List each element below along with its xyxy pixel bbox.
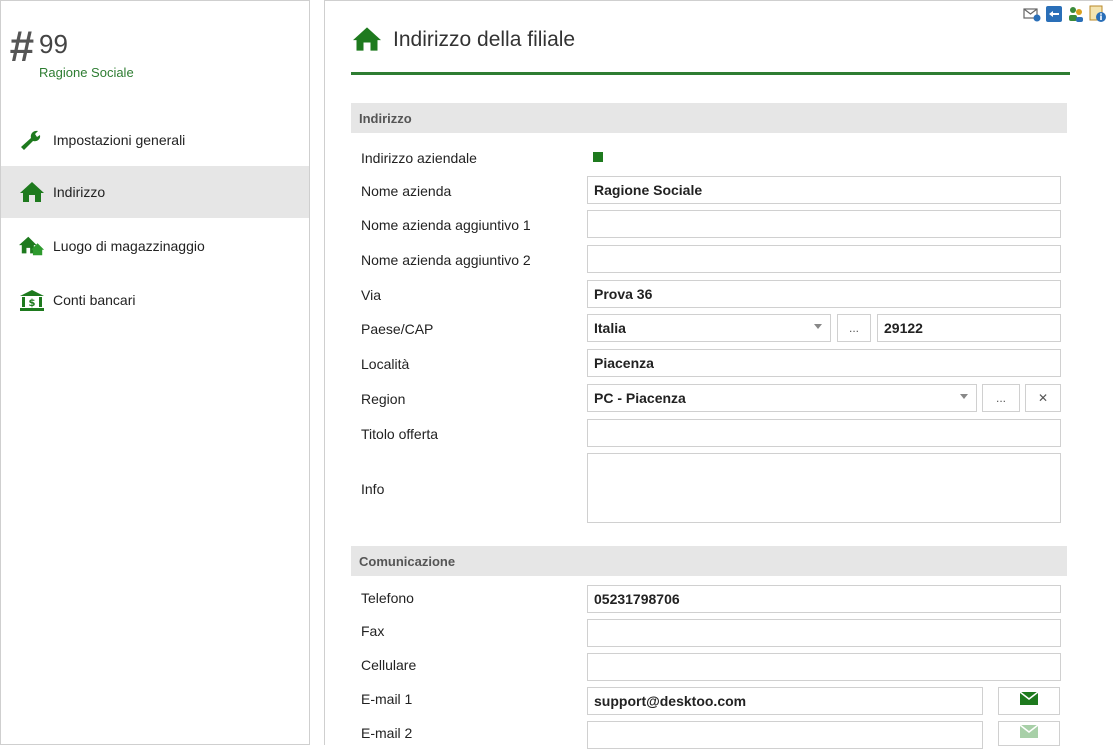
country-lookup-button[interactable]: ... [837, 314, 871, 342]
fax-field[interactable] [587, 619, 1061, 647]
mobile-field[interactable] [587, 653, 1061, 681]
city-field[interactable]: Piacenza [587, 349, 1061, 377]
svg-text:$: $ [29, 298, 36, 309]
warehouse-icon [19, 233, 45, 259]
label-fax: Fax [361, 623, 385, 639]
sidebar-item-label: Indirizzo [53, 184, 106, 200]
label-info: Info [361, 481, 385, 497]
section-address: Indirizzo [351, 103, 1067, 133]
company-name-field[interactable]: Ragione Sociale [587, 176, 1061, 204]
hash-icon: # [9, 22, 34, 71]
company-name-extra2-field[interactable] [587, 245, 1061, 273]
mail-settings-icon[interactable] [1023, 5, 1041, 23]
sidebar-item-label: Luogo di magazzinaggio [53, 238, 205, 254]
page-title-text: Indirizzo della filiale [393, 28, 576, 51]
region-value: PC - Piacenza [594, 390, 686, 406]
envelope-icon [1019, 691, 1039, 710]
sidebar-item-storage-location[interactable]: Luogo di magazzinaggio [1, 220, 309, 272]
chevron-down-icon [960, 394, 968, 399]
title-divider [351, 72, 1070, 75]
region-clear-button[interactable]: ✕ [1025, 384, 1061, 412]
phone-field[interactable]: 05231798706 [587, 585, 1061, 613]
email1-field[interactable]: support@desktoo.com [587, 687, 983, 715]
sidebar-item-address[interactable]: Indirizzo [1, 166, 309, 218]
house-icon [19, 179, 45, 205]
label-region: Region [361, 391, 406, 407]
info-icon[interactable] [1089, 5, 1107, 23]
label-company-name: Nome azienda [361, 183, 452, 199]
page-title: Indirizzo della filiale [351, 25, 575, 55]
record-number: 99 [39, 29, 68, 59]
region-select[interactable]: PC - Piacenza [587, 384, 977, 412]
sidebar-item-bank-accounts[interactable]: $ Conti bancari [1, 274, 309, 326]
street-field[interactable]: Prova 36 [587, 280, 1061, 308]
chevron-down-icon [814, 324, 822, 329]
sidebar-item-label: Impostazioni generali [53, 132, 186, 148]
sidebar: # 99 Ragione Sociale Impostazioni genera… [0, 0, 310, 745]
envelope-icon [1019, 723, 1039, 743]
label-city: Località [361, 356, 410, 372]
label-country-zip: Paese/CAP [361, 321, 434, 337]
label-street: Via [361, 287, 381, 303]
info-textarea[interactable] [587, 453, 1061, 523]
users-icon[interactable] [1067, 5, 1085, 23]
label-company-name-extra2: Nome azienda aggiuntivo 2 [361, 252, 531, 268]
label-offer-title: Titolo offerta [361, 426, 439, 442]
company-address-checkbox[interactable] [593, 152, 603, 162]
region-lookup-button[interactable]: ... [982, 384, 1020, 412]
sidebar-item-general-settings[interactable]: Impostazioni generali [1, 114, 309, 166]
zip-field[interactable]: 29122 [877, 314, 1061, 342]
country-value: Italia [594, 320, 626, 336]
wrench-icon [19, 127, 45, 153]
send-email2-button[interactable] [998, 721, 1060, 746]
toolbar [1023, 5, 1107, 23]
refresh-icon[interactable] [1045, 5, 1063, 23]
label-email1: E-mail 1 [361, 691, 413, 707]
label-email2: E-mail 2 [361, 725, 413, 741]
label-company-address: Indirizzo aziendale [361, 150, 477, 166]
bank-icon: $ [19, 287, 45, 313]
sidebar-item-label: Conti bancari [53, 292, 136, 308]
record-name: Ragione Sociale [39, 65, 134, 80]
company-name-extra1-field[interactable] [587, 210, 1061, 238]
country-select[interactable]: Italia [587, 314, 831, 342]
label-phone: Telefono [361, 590, 414, 606]
section-communication: Comunicazione [351, 546, 1067, 576]
main-panel: Indirizzo della filiale Indirizzo Indiri… [324, 0, 1113, 749]
house-icon [351, 25, 383, 55]
send-email1-button[interactable] [998, 687, 1060, 715]
offer-title-field[interactable] [587, 419, 1061, 447]
label-mobile: Cellulare [361, 657, 417, 673]
label-company-name-extra1: Nome azienda aggiuntivo 1 [361, 217, 531, 233]
